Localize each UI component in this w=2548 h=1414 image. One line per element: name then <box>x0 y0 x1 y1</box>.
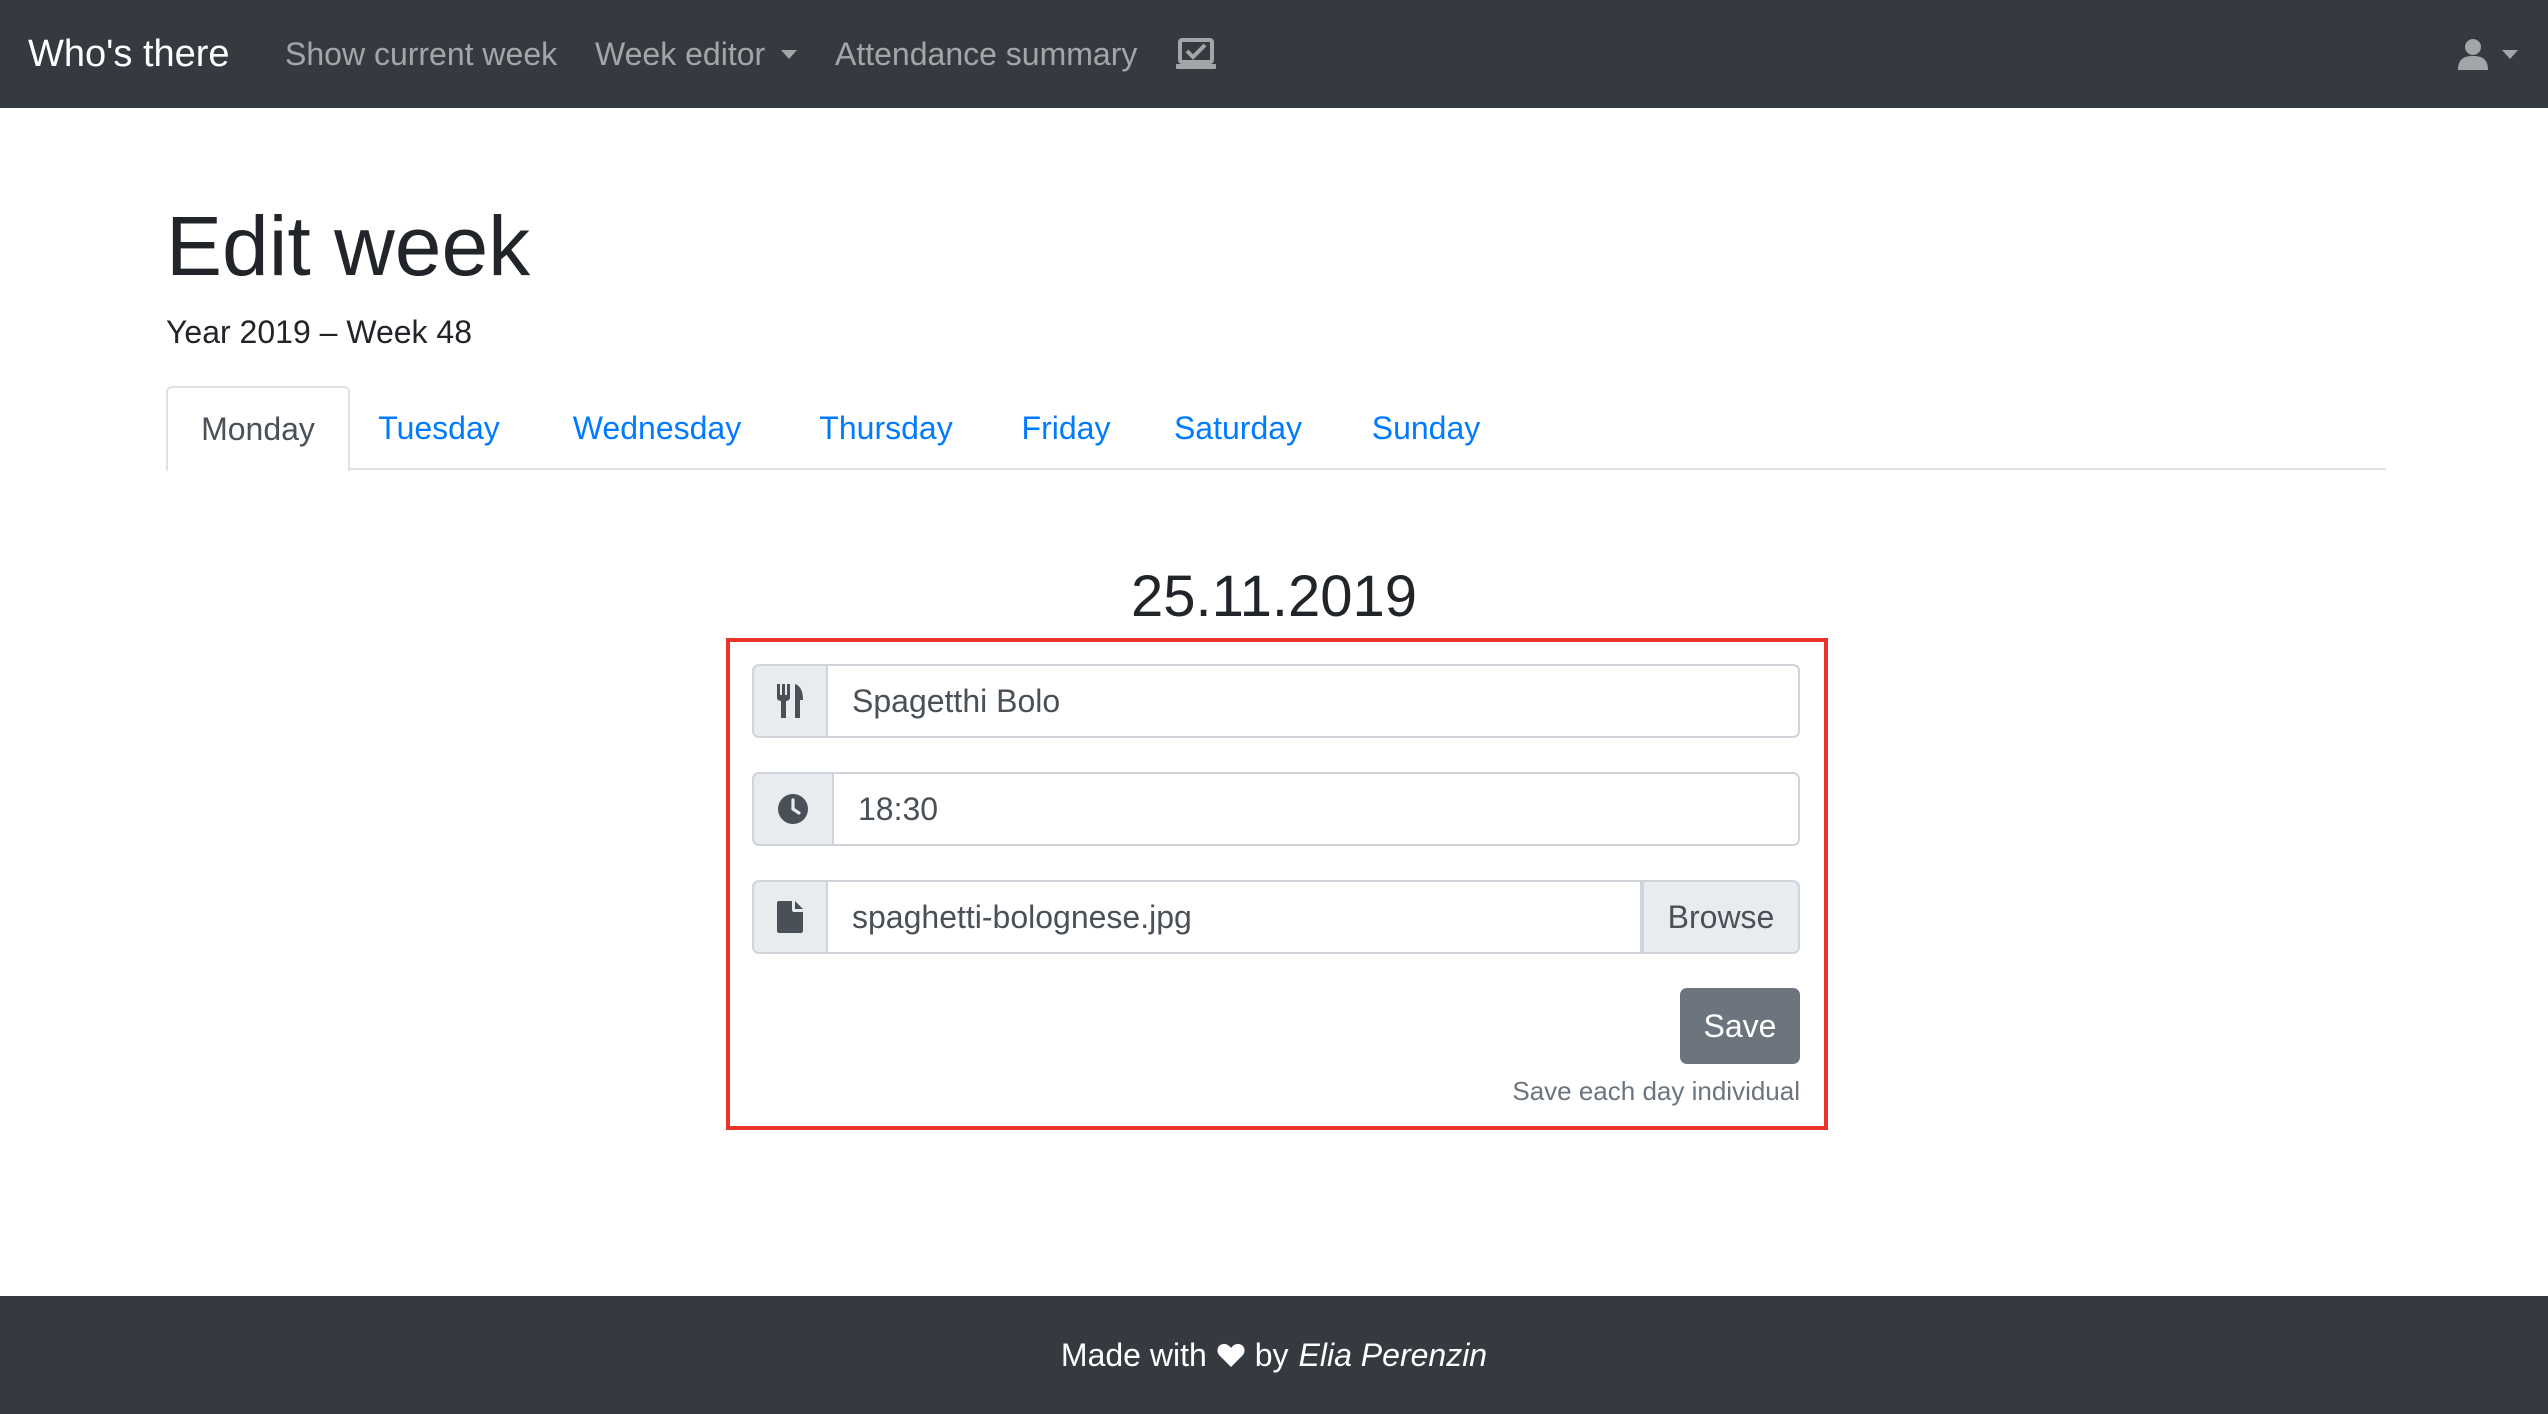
tab-sunday[interactable]: Sunday <box>1356 386 1496 470</box>
nav-attendance-summary[interactable]: Attendance summary <box>835 0 1137 108</box>
brand[interactable]: Who's there <box>28 0 230 108</box>
page-subtitle: Year 2019 – Week 48 <box>166 314 473 350</box>
nav-show-current-week-label: Show current week <box>285 35 558 72</box>
chevron-down-icon <box>781 49 798 59</box>
clock-icon <box>752 772 834 846</box>
day-date-heading: 25.11.2019 <box>1131 564 1417 629</box>
save-hint: Save each day individual <box>1512 1076 1800 1106</box>
user-menu-dropdown[interactable] <box>2458 0 2518 108</box>
page-title: Edit week <box>166 199 531 293</box>
tab-friday[interactable]: Friday <box>1006 386 1126 470</box>
tab-wednesday[interactable]: Wednesday <box>552 386 762 470</box>
footer: Made with by Elia Perenzin <box>0 1296 2548 1414</box>
day-tabs: Monday Tuesday Wednesday Thursday Friday… <box>166 386 2386 472</box>
heart-icon <box>1217 1343 1245 1367</box>
save-button[interactable]: Save <box>1680 988 1800 1064</box>
tab-saturday[interactable]: Saturday <box>1158 386 1318 470</box>
file-icon <box>752 880 828 954</box>
nav-week-editor-dropdown[interactable]: Week editor <box>595 0 798 108</box>
chevron-down-icon <box>2502 49 2518 59</box>
laptop-check-icon[interactable] <box>1176 0 1216 108</box>
time-input-group: 18:30 <box>752 772 1800 846</box>
tab-tuesday[interactable]: Tuesday <box>364 386 514 470</box>
top-navbar: Who's there Show current week Week edito… <box>0 0 2548 108</box>
meal-input-group: Spagetthi Bolo <box>752 664 1800 738</box>
image-input-group: spaghetti-bolognese.jpg Browse <box>752 880 1800 954</box>
nav-show-current-week[interactable]: Show current week <box>285 0 557 108</box>
footer-author[interactable]: Elia Perenzin <box>1299 1337 1488 1374</box>
meal-input[interactable]: Spagetthi Bolo <box>828 664 1800 738</box>
time-input[interactable]: 18:30 <box>834 772 1800 846</box>
utensils-icon <box>752 664 828 738</box>
nav-attendance-summary-label: Attendance summary <box>835 35 1138 72</box>
image-file-input[interactable]: spaghetti-bolognese.jpg <box>828 880 1642 954</box>
nav-week-editor-label: Week editor <box>595 35 766 72</box>
tab-thursday[interactable]: Thursday <box>796 386 976 470</box>
browse-button[interactable]: Browse <box>1642 880 1800 954</box>
footer-by: by <box>1254 1336 1289 1373</box>
footer-made-with: Made with <box>1060 1336 1207 1373</box>
tab-monday[interactable]: Monday <box>166 386 350 472</box>
user-icon <box>2458 38 2488 70</box>
